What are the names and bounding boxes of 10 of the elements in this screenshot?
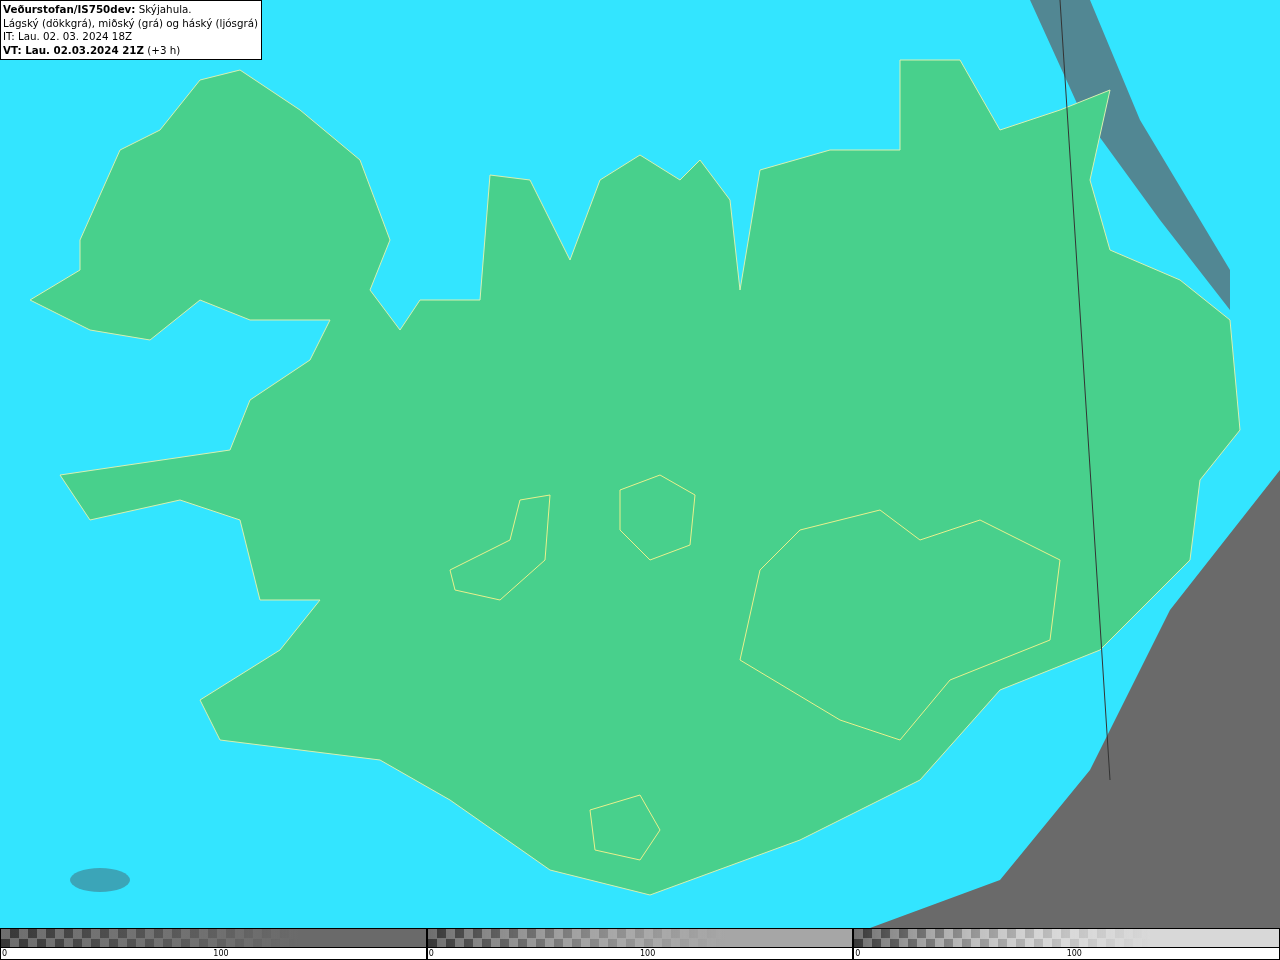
scale-tick-label: 100 [640, 948, 656, 960]
scale-tick-label: 0 [2, 948, 8, 960]
scale-tick-label: 100 [213, 948, 229, 960]
info-line: Lágský (dökkgrá), miðský (grá) og háský (ljósgrá) [3, 16, 258, 30]
info-line: Veðurstofan/IS750dev: Skýjahula. [3, 3, 193, 17]
info-line: IT: Lau. 02. 03. 2024 18Z [3, 30, 133, 44]
scale-tick-label: 0 [855, 948, 861, 960]
info-line: VT: Lau. 02.03.2024 21Z (+3 h) [3, 43, 182, 57]
scale-tick-label: 100 [1066, 948, 1082, 960]
scale-tick-label: 0 [428, 948, 434, 960]
